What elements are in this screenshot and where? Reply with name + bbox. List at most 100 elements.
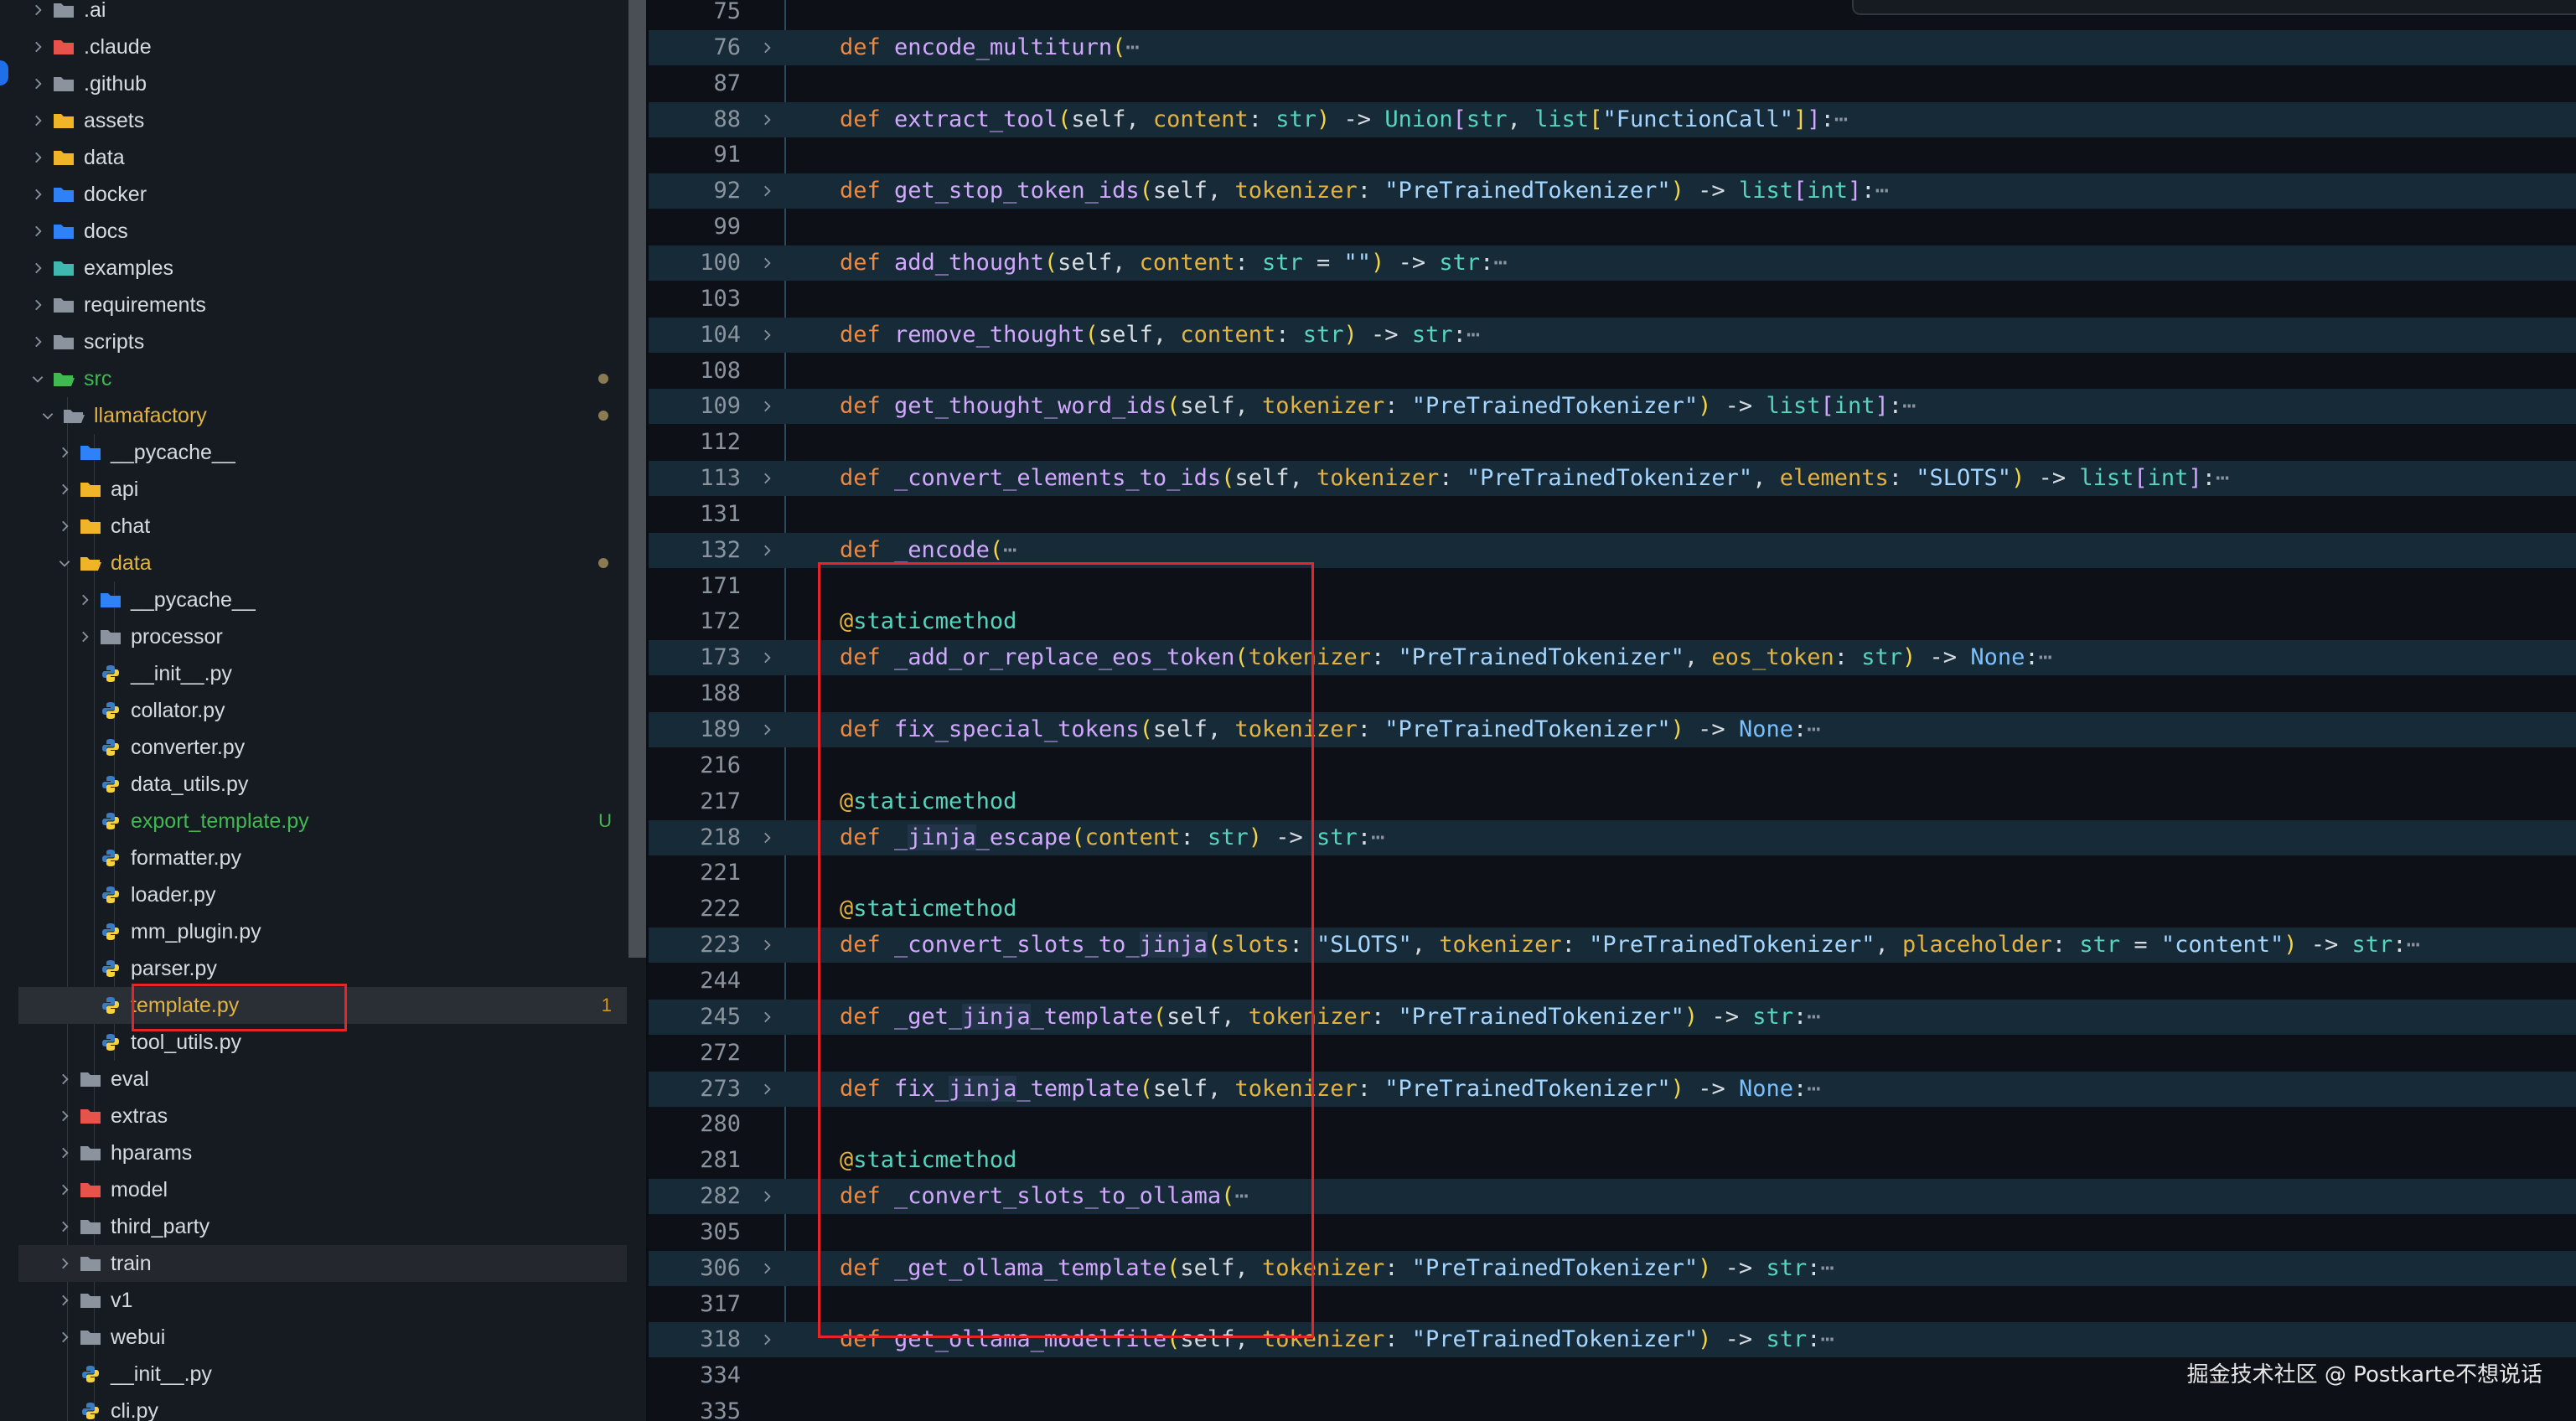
fold-chevron-icon[interactable]: [754, 1251, 779, 1286]
code-line[interactable]: 88 def extract_tool(self, content: str) -…: [649, 102, 2576, 137]
code-line[interactable]: 335: [649, 1394, 2576, 1421]
line-number: 305: [700, 1219, 741, 1245]
code-editor[interactable]: 75 76 def encode_multiturn(⋯ 87 88 def extrac…: [649, 0, 2576, 1421]
code-line[interactable]: 104 def remove_thought(self, content: str…: [649, 318, 2576, 353]
fold-chevron-icon[interactable]: [754, 389, 779, 424]
tree-item[interactable]: __pycache__: [0, 434, 627, 471]
tree-item[interactable]: collator.py: [0, 692, 627, 729]
line-number: 132: [700, 537, 741, 563]
code-line[interactable]: 92 def get_stop_token_ids(self, tokenizer…: [649, 173, 2576, 209]
tree-item[interactable]: examples: [0, 250, 627, 287]
fold-chevron-icon[interactable]: [754, 640, 779, 675]
fold-chevron-icon[interactable]: [754, 318, 779, 353]
fold-chevron-icon[interactable]: [754, 1322, 779, 1357]
code-token: :: [1357, 824, 1372, 850]
tree-item[interactable]: src: [0, 360, 627, 397]
tree-item[interactable]: extras: [0, 1098, 627, 1134]
chevron-right-icon: [52, 508, 77, 545]
code-line[interactable]: 109 def get_thought_word_ids(self, tokeni…: [649, 389, 2576, 424]
code-line[interactable]: 103: [649, 282, 2576, 317]
code-line[interactable]: 75: [649, 0, 2576, 29]
code-line[interactable]: 76 def encode_multiturn(⋯: [649, 30, 2576, 65]
tree-item[interactable]: train: [18, 1245, 627, 1282]
code-token: ⋯: [1820, 1255, 1834, 1281]
code-token: :: [1452, 322, 1466, 348]
chevron-down-icon: [25, 360, 50, 397]
tree-item[interactable]: data_utils.py: [0, 766, 627, 803]
code-token: ): [1670, 178, 1684, 204]
code-line[interactable]: 113 def _convert_elements_to_ids(self, to…: [649, 461, 2576, 496]
tree-item-label: export_template.py: [131, 809, 309, 833]
code-token: ,: [1684, 644, 1712, 670]
code-line[interactable]: 108: [649, 354, 2576, 389]
fold-chevron-icon[interactable]: [754, 1179, 779, 1214]
fold-chevron-icon[interactable]: [754, 30, 779, 65]
code-line[interactable]: 99: [649, 209, 2576, 245]
fold-chevron-icon[interactable]: [754, 173, 779, 209]
tree-item[interactable]: eval: [0, 1061, 627, 1098]
fold-chevron-icon[interactable]: [754, 1072, 779, 1107]
folder-icon: [50, 287, 77, 323]
tree-item[interactable]: __pycache__: [0, 581, 627, 618]
code-token: self: [1058, 250, 1113, 276]
tree-item[interactable]: converter.py: [0, 729, 627, 766]
code-line[interactable]: 112: [649, 425, 2576, 460]
code-token: ): [1698, 1255, 1712, 1281]
explorer-scrollbar[interactable]: [628, 0, 646, 958]
fold-chevron-icon[interactable]: [754, 533, 779, 568]
tree-item[interactable]: .ai: [0, 0, 627, 28]
tree-item[interactable]: cli.py: [0, 1393, 627, 1421]
tree-item[interactable]: parser.py: [0, 950, 627, 987]
fold-chevron-icon[interactable]: [754, 1000, 779, 1035]
code-token: ⋯: [1875, 178, 1889, 204]
code-token: str: [1275, 106, 1317, 132]
fold-chevron-icon[interactable]: [754, 461, 779, 496]
tree-item[interactable]: v1: [0, 1282, 627, 1319]
tree-item[interactable]: .github: [0, 65, 627, 102]
code-token: encode_multiturn: [894, 34, 1113, 60]
tree-item[interactable]: loader.py: [0, 876, 627, 913]
tree-item[interactable]: data: [0, 139, 627, 176]
tree-item[interactable]: __init__.py: [0, 1356, 627, 1393]
tree-item[interactable]: api: [0, 471, 627, 508]
line-number: 281: [700, 1147, 741, 1173]
tree-item[interactable]: scripts: [0, 323, 627, 360]
code-token: ): [1371, 250, 1385, 276]
tree-item[interactable]: assets: [0, 102, 627, 139]
code-token: "PreTrainedTokenizer": [1466, 465, 1753, 491]
code-token: get_stop_token_ids: [894, 178, 1140, 204]
code-line[interactable]: 87: [649, 66, 2576, 101]
code-token: :: [1384, 393, 1412, 419]
fold-chevron-icon[interactable]: [754, 820, 779, 855]
tree-item[interactable]: .claude: [0, 28, 627, 65]
line-number: 317: [700, 1291, 741, 1317]
tree-item[interactable]: chat: [0, 508, 627, 545]
tree-item[interactable]: hparams: [0, 1134, 627, 1171]
tree-item[interactable]: model: [0, 1171, 627, 1208]
code-token: ->: [2025, 465, 2080, 491]
code-line[interactable]: 91: [649, 137, 2576, 173]
tree-item[interactable]: docker: [0, 176, 627, 213]
fold-chevron-icon[interactable]: [754, 928, 779, 963]
tree-item[interactable]: export_template.py U: [0, 803, 627, 840]
code-token: int: [2147, 465, 2189, 491]
line-number: 91: [713, 142, 741, 168]
tree-item[interactable]: processor: [0, 618, 627, 655]
tree-item[interactable]: formatter.py: [0, 840, 627, 876]
fold-chevron-icon[interactable]: [754, 245, 779, 281]
tree-item[interactable]: docs: [0, 213, 627, 250]
tree-item[interactable]: webui: [0, 1319, 627, 1356]
tree-item[interactable]: requirements: [0, 287, 627, 323]
fold-chevron-icon[interactable]: [754, 102, 779, 137]
code-line[interactable]: 100 def add_thought(self, content: str = …: [649, 245, 2576, 281]
tree-item[interactable]: mm_plugin.py: [0, 913, 627, 950]
tree-item[interactable]: llamafactory: [0, 397, 627, 434]
fold-chevron-icon[interactable]: [754, 712, 779, 747]
code-line[interactable]: 131: [649, 497, 2576, 532]
tree-item[interactable]: data: [0, 545, 627, 581]
code-token: _encode: [894, 537, 990, 563]
tree-item[interactable]: third_party: [0, 1208, 627, 1245]
tree-item[interactable]: __init__.py: [0, 655, 627, 692]
line-number: 218: [700, 824, 741, 850]
